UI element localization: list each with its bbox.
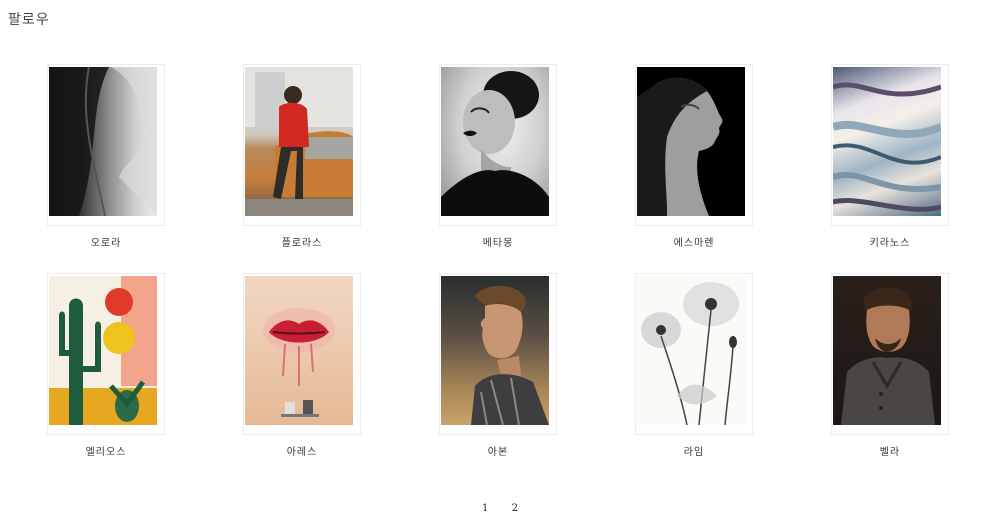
artwork-card[interactable]: 에스마렌: [635, 64, 753, 249]
artwork-card[interactable]: 오로라: [47, 64, 165, 249]
artwork-card[interactable]: 키라노스: [831, 64, 949, 249]
portrait-profile-bw-icon: [49, 67, 157, 216]
artwork-frame: [635, 273, 753, 435]
artwork-image: [441, 67, 549, 216]
artwork-frame: [831, 64, 949, 226]
artwork-card[interactable]: 메타몽: [439, 64, 557, 249]
artwork-image: [637, 276, 745, 425]
artwork-title: 라임: [683, 447, 705, 458]
artwork-image: [833, 67, 941, 216]
artwork-frame: [243, 273, 361, 435]
woman-turtleneck-bw-icon: [441, 71, 549, 216]
artwork-title: 메타몽: [482, 238, 514, 249]
red-lips-watercolor-icon: [263, 308, 335, 417]
artwork-frame: [439, 64, 557, 226]
marble-abstract-icon: [833, 82, 941, 212]
artwork-card[interactable]: 아레스: [243, 273, 361, 458]
artwork-title: 아본: [487, 447, 509, 458]
page-title: 팔로우: [8, 12, 50, 28]
poppy-flower-sketch-icon: [641, 282, 739, 425]
artwork-card[interactable]: 엘리오스: [47, 273, 165, 458]
artwork-image: [833, 276, 941, 425]
artwork-title: 플로라스: [281, 238, 323, 249]
artwork-title: 키라노스: [869, 238, 911, 249]
artwork-title: 에스마렌: [673, 238, 715, 249]
pagination: 1 2: [0, 503, 1000, 514]
artwork-image: [441, 276, 549, 425]
artwork-frame: [47, 273, 165, 435]
page-link-1[interactable]: 1: [482, 503, 488, 514]
artwork-frame: [47, 64, 165, 226]
artwork-title: 엘리오스: [85, 447, 127, 458]
artwork-image: [49, 67, 157, 216]
artwork-image: [245, 276, 353, 425]
artwork-frame: [831, 273, 949, 435]
woman-profile-black-bg-icon: [637, 77, 723, 216]
artwork-card[interactable]: 벨라: [831, 273, 949, 458]
cactus-sun-icon: [49, 276, 157, 425]
artwork-image: [245, 67, 353, 216]
artwork-card[interactable]: 아본: [439, 273, 557, 458]
artwork-title: 오로라: [90, 238, 122, 249]
artwork-title: 아레스: [286, 447, 318, 458]
artwork-card[interactable]: 플로라스: [243, 64, 361, 249]
artwork-frame: [439, 273, 557, 435]
artwork-image: [49, 276, 157, 425]
man-in-sweater-portrait-icon: [841, 287, 935, 425]
artwork-card[interactable]: 라임: [635, 273, 753, 458]
man-on-orange-car-icon: [245, 67, 353, 216]
artwork-frame: [635, 64, 753, 226]
artwork-title: 벨라: [879, 447, 901, 458]
page-link-2[interactable]: 2: [512, 503, 518, 514]
artwork-image: [637, 67, 745, 216]
man-profile-portrait-icon: [471, 285, 549, 425]
artwork-frame: [243, 64, 361, 226]
artwork-grid: 오로라 플로라스 메타몽 에스마렌 키라노스 엘리오스 아레스 아본 라임 벨라: [0, 64, 1000, 458]
